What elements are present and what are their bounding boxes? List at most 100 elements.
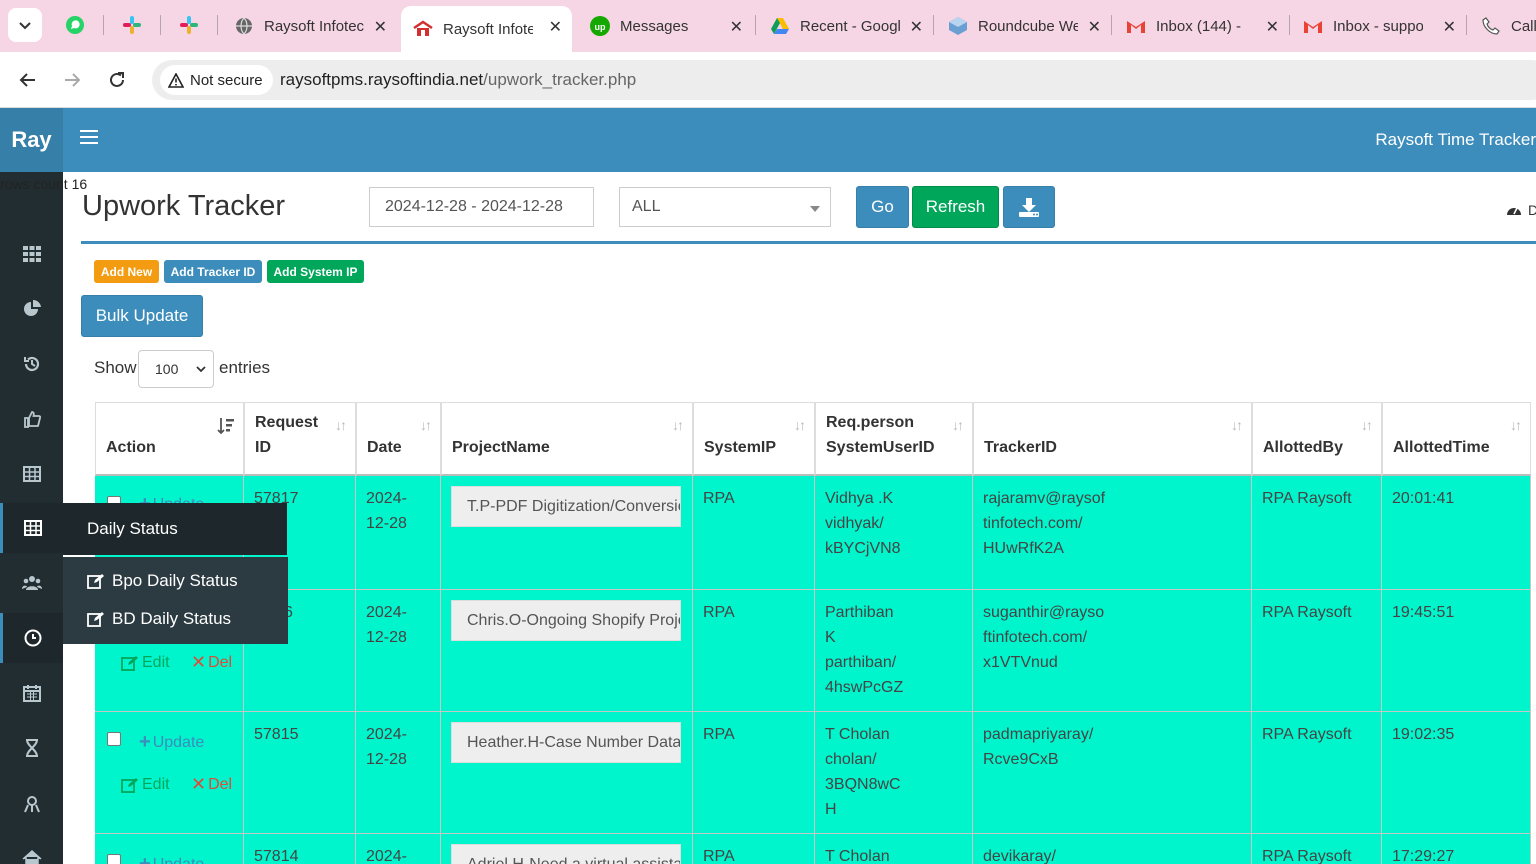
entries-per-page-select[interactable]: 100 bbox=[138, 350, 214, 388]
browser-tab-active[interactable]: Raysoft Infotech ✕ bbox=[401, 6, 572, 52]
system-ip-cell: RPA bbox=[693, 712, 815, 834]
download-button[interactable] bbox=[1003, 186, 1055, 228]
phone-icon bbox=[1481, 16, 1501, 36]
browser-tab[interactable]: Call bbox=[1469, 6, 1536, 46]
menu-item-bd-daily-status[interactable]: BD Daily Status bbox=[87, 609, 231, 629]
app-logo[interactable]: Ray bbox=[0, 108, 63, 172]
table-row[interactable]: +Update 57814 2024- Adriel.H-Need a virt… bbox=[95, 834, 1531, 864]
req-person-line: 3BQN8wC bbox=[825, 776, 901, 793]
go-button[interactable]: Go bbox=[856, 186, 909, 228]
allotted-by-cell: RPA Raysoft bbox=[1252, 834, 1382, 864]
reload-button[interactable] bbox=[103, 66, 131, 94]
row-checkbox[interactable] bbox=[107, 732, 121, 746]
sidebar-item-time-tracker[interactable] bbox=[0, 613, 63, 663]
req-person-line: cholan/ bbox=[825, 751, 877, 768]
update-link[interactable]: +Update bbox=[139, 852, 204, 864]
column-header-project-name[interactable]: ProjectName ↓↑ bbox=[441, 402, 693, 476]
edit-link[interactable]: Edit bbox=[121, 650, 170, 675]
sort-icon: ↓↑ bbox=[672, 417, 684, 433]
sidebar-item-support[interactable] bbox=[0, 779, 63, 829]
edit-link-label: Edit bbox=[142, 776, 170, 793]
tab-search-button[interactable] bbox=[8, 8, 42, 42]
close-tab-icon[interactable]: ✕ bbox=[910, 17, 923, 37]
browser-tab[interactable]: Roundcube Webmail ✕ bbox=[936, 6, 1111, 46]
close-tab-icon[interactable]: ✕ bbox=[549, 17, 562, 37]
delete-link[interactable]: ✕ Del bbox=[191, 650, 232, 675]
pinned-tab-slack-2[interactable] bbox=[169, 9, 209, 41]
req-person-cell: Vidhya .K vidhyak/kBYCjVN8 bbox=[815, 476, 973, 590]
browser-tab[interactable]: Inbox (144) - ✕ bbox=[1114, 6, 1289, 46]
table-row[interactable]: + Update Edit ✕ Del 57815 2024- 12-28 Heath… bbox=[95, 712, 1531, 834]
url-text[interactable]: raysoftpms.raysoftindia.net/upwork_track… bbox=[280, 70, 636, 90]
download-icon bbox=[1019, 198, 1039, 217]
browser-tab[interactable]: Recent - Google Drive ✕ bbox=[758, 6, 933, 46]
add-tracker-id-button[interactable]: Add Tracker ID bbox=[164, 260, 262, 283]
add-system-ip-button[interactable]: Add System IP bbox=[267, 260, 364, 283]
table-row[interactable]: +Update 57817 2024-12-28 T.P-PDF Digitiz… bbox=[95, 476, 1531, 590]
column-header-request-id[interactable]: Request ID ↓↑ bbox=[244, 402, 356, 476]
project-name-field[interactable]: Chris.O-Ongoing Shopify Project bbox=[451, 600, 681, 641]
dashboard-link[interactable]: D bbox=[1506, 202, 1536, 218]
browser-tab[interactable]: up Messages ✕ bbox=[578, 6, 753, 46]
sidebar-item-reports[interactable] bbox=[0, 284, 63, 334]
close-tab-icon[interactable]: ✕ bbox=[1443, 17, 1456, 37]
menu-item-bpo-daily-status[interactable]: Bpo Daily Status bbox=[87, 571, 238, 591]
security-indicator[interactable]: Not secure bbox=[160, 65, 273, 95]
refresh-button[interactable]: Refresh bbox=[912, 186, 999, 228]
sidebar-item-history[interactable] bbox=[0, 339, 63, 389]
req-person-line: T Cholan bbox=[825, 848, 890, 864]
sidebar-item-tables[interactable] bbox=[0, 449, 63, 499]
close-tab-icon[interactable]: ✕ bbox=[374, 17, 387, 37]
project-name-field[interactable]: Adriel.H-Need a virtual assistant bbox=[451, 844, 681, 864]
column-header-action[interactable]: Action bbox=[95, 402, 244, 476]
project-name-field[interactable]: T.P-PDF Digitization/Conversion bbox=[451, 486, 681, 527]
add-new-button[interactable]: Add New bbox=[94, 260, 159, 283]
tab-separator bbox=[217, 15, 218, 35]
edit-icon bbox=[121, 777, 138, 793]
column-header-allotted-time[interactable]: AllottedTime ↓↑ bbox=[1382, 402, 1531, 476]
sort-icon: ↓↑ bbox=[952, 417, 964, 433]
bulk-update-button[interactable]: Bulk Update bbox=[81, 295, 203, 337]
pinned-tab-whatsapp[interactable] bbox=[55, 9, 95, 41]
status-filter-select[interactable]: ALL bbox=[619, 187, 831, 227]
row-checkbox[interactable] bbox=[107, 854, 121, 864]
url-domain: raysoftpms.raysoftindia.net bbox=[280, 70, 484, 89]
sidebar-item-timer[interactable] bbox=[0, 723, 63, 773]
pinned-tab-slack[interactable] bbox=[112, 9, 152, 41]
daily-status-flyout-title[interactable]: Daily Status bbox=[63, 503, 287, 555]
url-bar[interactable]: Not secure raysoftpms.raysoftindia.net/u… bbox=[152, 60, 1536, 100]
sidebar-item-daily-status[interactable] bbox=[0, 503, 63, 553]
column-header-text: ID bbox=[255, 439, 271, 456]
forward-button[interactable] bbox=[58, 66, 86, 94]
edit-link[interactable]: Edit bbox=[121, 772, 170, 797]
delete-link[interactable]: ✕ Del bbox=[191, 772, 232, 797]
sidebar-item-users[interactable] bbox=[0, 558, 63, 608]
column-header-tracker-id[interactable]: TrackerID ↓↑ bbox=[973, 402, 1252, 476]
project-name-field[interactable]: Heather.H-Case Number Data bbox=[451, 722, 681, 763]
column-header-date[interactable]: Date ↓↑ bbox=[356, 402, 441, 476]
close-tab-icon[interactable]: ✕ bbox=[730, 17, 743, 37]
table-row[interactable]: Edit ✕ Del 6 2024- 12-28 Chris.O-Ongoing S… bbox=[95, 590, 1531, 712]
home-icon bbox=[22, 850, 41, 864]
sidebar-toggle-button[interactable] bbox=[80, 130, 98, 148]
update-link[interactable]: +Update bbox=[139, 730, 204, 755]
column-header-req-person[interactable]: Req.person SystemUserID ↓↑ bbox=[815, 402, 973, 476]
plus-icon: + bbox=[139, 853, 151, 864]
column-header-allotted-by[interactable]: AllottedBy ↓↑ bbox=[1252, 402, 1382, 476]
column-header-system-ip[interactable]: SystemIP ↓↑ bbox=[693, 402, 815, 476]
browser-tab[interactable]: Inbox - support ✕ bbox=[1291, 6, 1466, 46]
sort-icon: ↓↑ bbox=[1510, 417, 1522, 433]
back-button[interactable] bbox=[14, 66, 42, 94]
browser-tab[interactable]: Raysoft Infotech ✕ bbox=[222, 6, 397, 46]
tab-separator bbox=[160, 15, 161, 35]
req-person-line: Vidhya .K bbox=[825, 490, 894, 507]
sidebar-item-home[interactable] bbox=[0, 834, 63, 864]
close-tab-icon[interactable]: ✕ bbox=[1266, 17, 1279, 37]
sidebar-item-calendar[interactable] bbox=[0, 668, 63, 718]
project-cell: Adriel.H-Need a virtual assistant bbox=[441, 834, 693, 864]
close-tab-icon[interactable]: ✕ bbox=[1088, 17, 1101, 37]
sidebar-item-feedback[interactable] bbox=[0, 394, 63, 444]
date-range-input[interactable]: 2024-12-28 - 2024-12-28 bbox=[369, 187, 594, 227]
tracker-line: suganthir@rayso bbox=[983, 604, 1105, 621]
sidebar-item-dashboard[interactable] bbox=[0, 229, 63, 279]
